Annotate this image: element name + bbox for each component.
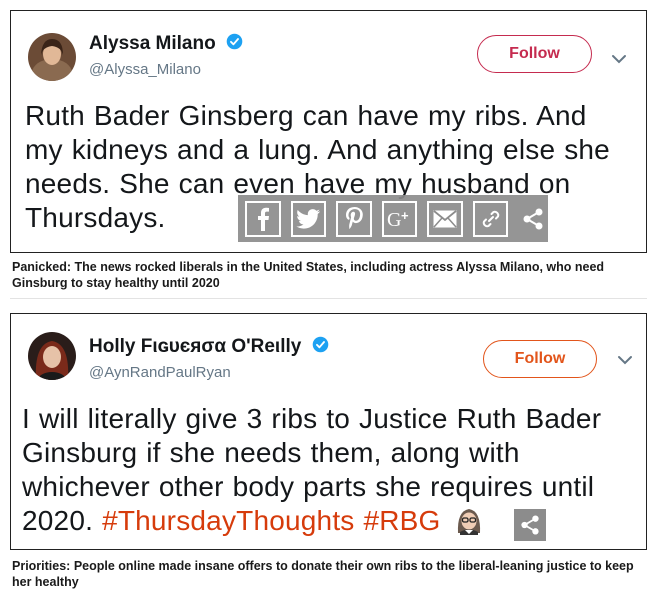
account-name-text: Alyssa Milano <box>89 33 216 54</box>
chevron-down-icon[interactable] <box>615 350 635 370</box>
divider <box>10 298 647 299</box>
chevron-down-icon[interactable] <box>609 49 629 69</box>
google-plus-icon: G + <box>387 208 409 230</box>
account-name[interactable]: Holly Fιɢυєяσα O'Reιlly <box>89 336 329 358</box>
facebook-share-button[interactable] <box>245 200 281 237</box>
follow-button[interactable]: Follow <box>477 35 592 73</box>
tweet-card-holly-oreilly: Holly Fιɢυєяσα O'Reιlly @AynRandPaulRyan… <box>10 313 647 550</box>
email-share-button[interactable] <box>427 200 463 237</box>
image-caption: Panicked: The news rocked liberals in th… <box>12 260 605 290</box>
email-icon <box>433 209 457 227</box>
share-icon <box>521 515 539 535</box>
follow-button[interactable]: Follow <box>483 340 597 378</box>
account-handle[interactable]: @Alyssa_Milano <box>89 61 201 78</box>
link-icon <box>482 210 499 227</box>
hashtag-link[interactable]: #ThursdayThoughts <box>102 505 354 536</box>
copy-link-button[interactable] <box>472 200 509 237</box>
verified-badge-icon <box>312 337 328 353</box>
rbg-emoji-icon <box>457 508 480 535</box>
account-name-text: Holly Fιɢυєяσα O'Reιlly <box>89 336 302 357</box>
tweet-line: Ginsburg if she needs them, along with <box>22 437 520 468</box>
share-icon <box>523 208 543 229</box>
share-button[interactable] <box>514 509 546 541</box>
share-toolbar: G + <box>238 195 548 242</box>
tweet-line: whichever other body parts she requires … <box>22 471 595 502</box>
twitter-icon <box>296 208 321 229</box>
pinterest-icon <box>345 206 363 229</box>
account-handle[interactable]: @AynRandPaulRyan <box>89 364 231 381</box>
google-plus-share-button[interactable]: G + <box>381 200 418 237</box>
image-caption: Priorities: People online made insane of… <box>12 559 634 589</box>
pinterest-share-button[interactable] <box>336 200 372 237</box>
avatar[interactable] <box>28 33 76 81</box>
tweet-text-fragment: 2020. <box>22 505 94 536</box>
tweet-line: my kidneys and a lung. And anything else… <box>25 134 610 165</box>
facebook-icon <box>257 207 269 231</box>
account-name[interactable]: Alyssa Milano <box>89 33 243 55</box>
tweet-line: Ruth Bader Ginsberg can have my ribs. An… <box>25 100 587 131</box>
avatar[interactable] <box>28 332 76 380</box>
verified-badge-icon <box>226 34 243 50</box>
svg-text:G: G <box>387 209 401 230</box>
svg-text:+: + <box>401 208 409 223</box>
twitter-share-button[interactable] <box>290 200 327 237</box>
tweet-line: I will literally give 3 ribs to Justice … <box>22 403 602 434</box>
hashtag-link[interactable]: #RBG <box>363 505 440 536</box>
share-more-button[interactable] <box>518 201 548 237</box>
